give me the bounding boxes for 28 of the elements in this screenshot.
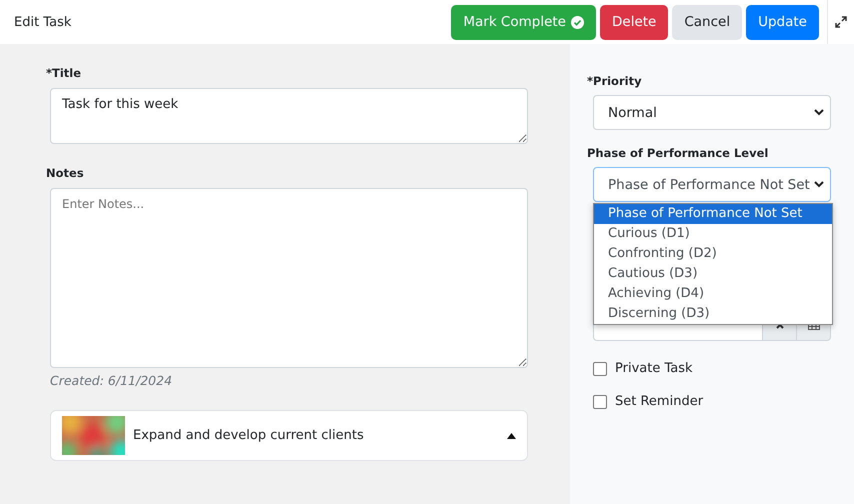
checkbox-label: Set Reminder <box>615 394 704 409</box>
chevron-down-icon <box>814 109 824 116</box>
created-date: Created: 6/11/2024 <box>50 373 174 388</box>
notes-field[interactable]: Enter Notes... <box>50 188 528 368</box>
field-label: *Priority <box>587 74 643 88</box>
phase-select[interactable]: Phase of Performance Not Set <box>593 167 831 202</box>
dropdown-option[interactable]: Phase of Performance Not Set <box>594 204 832 224</box>
dropdown-option[interactable]: Confronting (D2) <box>594 244 832 264</box>
dropdown-option[interactable]: Curious (D1) <box>594 224 832 244</box>
checkbox[interactable] <box>593 394 607 408</box>
title-field[interactable]: Task for this week <box>50 88 528 144</box>
secondary-button[interactable]: Cancel <box>672 4 742 40</box>
field-label: *Title <box>46 66 82 80</box>
dropdown-option[interactable]: Discerning (D3) <box>594 304 832 324</box>
danger-button[interactable]: Delete <box>600 4 668 40</box>
chevron-down-icon <box>814 181 824 188</box>
checkbox[interactable] <box>593 362 607 376</box>
field-label: Notes <box>46 166 85 180</box>
goal-text: Expand and develop current clients <box>133 428 365 443</box>
checkbox-label: Private Task <box>615 361 693 376</box>
window-title: Edit Task <box>14 14 72 30</box>
dropdown-option[interactable]: Cautious (D3) <box>594 264 832 284</box>
dropdown-option[interactable]: Achieving (D4) <box>594 284 832 304</box>
expand-icon[interactable] <box>835 16 847 28</box>
priority-select[interactable]: Normal <box>593 95 831 130</box>
field-label: Phase of Performance Level <box>587 146 770 160</box>
primary-button[interactable]: Update <box>746 4 819 40</box>
goal-card[interactable]: Expand and develop current clients <box>50 410 528 461</box>
